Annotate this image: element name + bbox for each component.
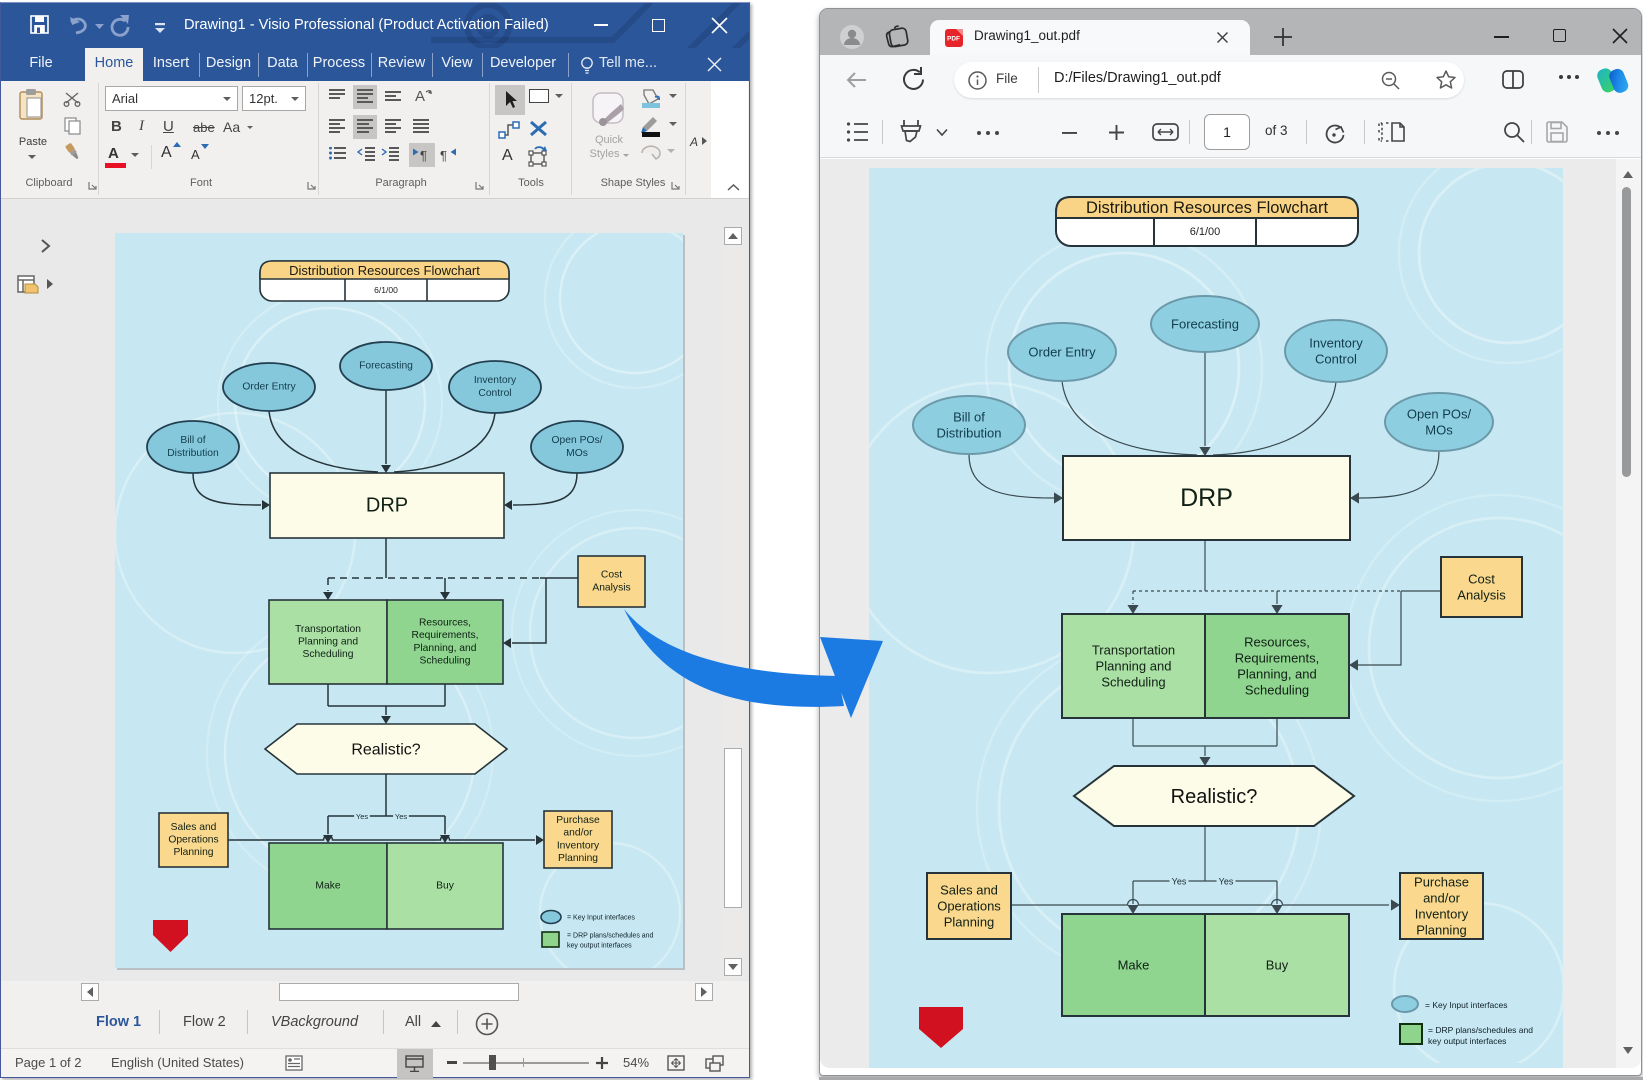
svg-text:¶: ¶	[440, 148, 447, 163]
svg-text:Requirements,: Requirements,	[1235, 651, 1320, 666]
svg-text:Scheduling: Scheduling	[1245, 682, 1309, 697]
svg-text:Analysis: Analysis	[1457, 587, 1506, 602]
svg-text:Transportation: Transportation	[295, 624, 361, 635]
svg-text:Planning: Planning	[944, 914, 995, 929]
svg-text:Order Entry: Order Entry	[1028, 345, 1096, 360]
svg-text:Yes: Yes	[1219, 877, 1234, 887]
svg-text:Scheduling: Scheduling	[420, 655, 471, 666]
svg-text:Cost: Cost	[1468, 572, 1495, 587]
svg-text:Buy: Buy	[1266, 958, 1289, 973]
svg-text:Realistic?: Realistic?	[351, 742, 420, 759]
svg-text:Planning: Planning	[173, 847, 213, 858]
svg-text:= Key Input interfaces: = Key Input interfaces	[567, 915, 635, 922]
svg-text:Inventory: Inventory	[1309, 336, 1363, 351]
svg-text:Bill of: Bill of	[180, 435, 205, 446]
svg-text:Open POs/: Open POs/	[552, 435, 603, 446]
svg-text:PDF: PDF	[947, 36, 960, 43]
svg-text:Distribution Resources Flowcha: Distribution Resources Flowchart	[289, 263, 480, 278]
svg-text:key output interfaces: key output interfaces	[1428, 1036, 1506, 1046]
svg-text:Make: Make	[315, 881, 340, 892]
svg-text:Scheduling: Scheduling	[303, 649, 354, 660]
svg-text:Buy: Buy	[436, 881, 455, 892]
svg-text:Transportation: Transportation	[1092, 643, 1175, 658]
svg-text:= DRP plans/schedules and: = DRP plans/schedules and	[1428, 1025, 1533, 1035]
svg-text:Forecasting: Forecasting	[1171, 317, 1239, 332]
svg-text:Bill of: Bill of	[953, 410, 985, 425]
svg-text:DRP: DRP	[1180, 484, 1233, 512]
svg-text:Planning, and: Planning, and	[414, 643, 477, 654]
svg-text:Planning and: Planning and	[1096, 659, 1172, 674]
svg-text:Control: Control	[478, 388, 511, 399]
svg-text:Cost: Cost	[601, 570, 622, 581]
svg-text:Purchase: Purchase	[556, 815, 600, 826]
svg-text:Open POs/: Open POs/	[1407, 407, 1472, 422]
svg-text:DRP: DRP	[366, 495, 408, 517]
svg-text:Distribution Resources Flowcha: Distribution Resources Flowchart	[1086, 199, 1329, 217]
svg-text:Purchase: Purchase	[1414, 875, 1469, 890]
svg-text:Operations: Operations	[937, 899, 1001, 914]
svg-text:and/or: and/or	[563, 828, 593, 839]
svg-text:Operations: Operations	[168, 835, 218, 846]
svg-text:key output interfaces: key output interfaces	[567, 943, 632, 950]
svg-text:Scheduling: Scheduling	[1101, 674, 1165, 689]
svg-text:= Key Input interfaces: = Key Input interfaces	[1425, 1000, 1507, 1010]
svg-text:Sales and: Sales and	[940, 883, 998, 898]
svg-text:Planning: Planning	[1416, 922, 1467, 937]
svg-text:Yes: Yes	[1172, 877, 1187, 887]
svg-text:Planning: Planning	[558, 853, 598, 864]
svg-text:Sales and: Sales and	[171, 822, 217, 833]
svg-text:Inventory: Inventory	[1415, 906, 1469, 921]
svg-text:Make: Make	[1118, 958, 1150, 973]
svg-text:Control: Control	[1315, 351, 1357, 366]
svg-text:Yes: Yes	[395, 812, 407, 821]
svg-text:Distribution: Distribution	[167, 448, 219, 459]
svg-text:Resources,: Resources,	[419, 618, 471, 629]
svg-text:Yes: Yes	[356, 812, 368, 821]
svg-text:A: A	[415, 88, 425, 105]
svg-text:¶: ¶	[420, 148, 427, 163]
svg-text:Realistic?: Realistic?	[1171, 786, 1258, 808]
svg-text:Planning, and: Planning, and	[1237, 666, 1317, 681]
svg-text:6/1/00: 6/1/00	[374, 285, 398, 295]
svg-text:Forecasting: Forecasting	[359, 361, 413, 372]
svg-text:Inventory: Inventory	[474, 375, 517, 386]
svg-text:Planning and: Planning and	[298, 637, 358, 648]
svg-text:= DRP plans/schedules and: = DRP plans/schedules and	[567, 933, 654, 940]
svg-text:MOs: MOs	[1425, 422, 1453, 437]
svg-text:Requirements,: Requirements,	[412, 630, 479, 641]
svg-text:and/or: and/or	[1423, 891, 1461, 906]
svg-text:6/1/00: 6/1/00	[1190, 226, 1221, 238]
svg-text:MOs: MOs	[566, 448, 588, 459]
svg-text:Distribution: Distribution	[936, 425, 1001, 440]
svg-text:Resources,: Resources,	[1244, 635, 1310, 650]
svg-text:Order Entry: Order Entry	[242, 382, 296, 393]
svg-text:Inventory: Inventory	[557, 840, 600, 851]
